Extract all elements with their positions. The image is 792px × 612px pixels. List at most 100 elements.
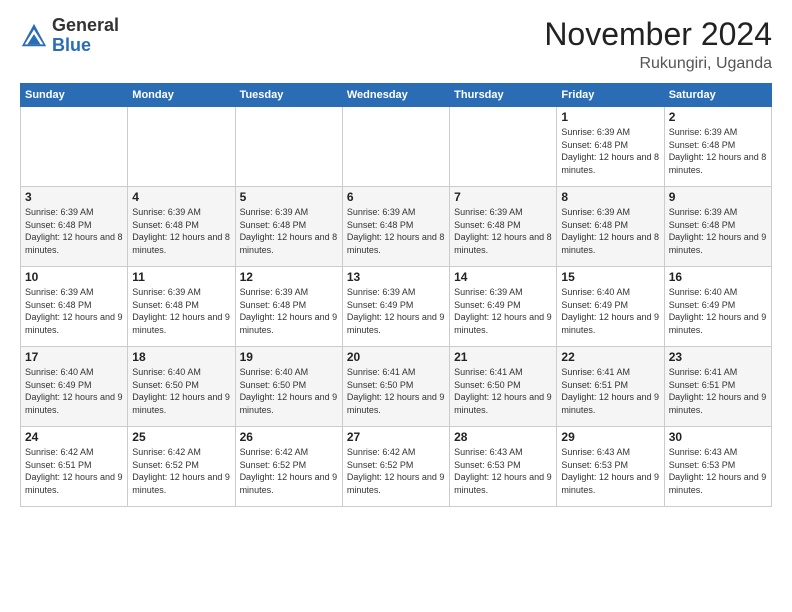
day-info: Sunrise: 6:41 AM Sunset: 6:51 PM Dayligh… — [669, 366, 767, 416]
day-info: Sunrise: 6:42 AM Sunset: 6:52 PM Dayligh… — [132, 446, 230, 496]
table-row: 25Sunrise: 6:42 AM Sunset: 6:52 PM Dayli… — [128, 427, 235, 507]
day-info: Sunrise: 6:39 AM Sunset: 6:48 PM Dayligh… — [669, 206, 767, 256]
table-row — [450, 107, 557, 187]
table-row — [342, 107, 449, 187]
day-number: 30 — [669, 430, 767, 444]
day-info: Sunrise: 6:39 AM Sunset: 6:48 PM Dayligh… — [561, 126, 659, 176]
title-block: November 2024 Rukungiri, Uganda — [544, 16, 772, 73]
day-info: Sunrise: 6:39 AM Sunset: 6:48 PM Dayligh… — [132, 206, 230, 256]
table-row: 3Sunrise: 6:39 AM Sunset: 6:48 PM Daylig… — [21, 187, 128, 267]
day-info: Sunrise: 6:41 AM Sunset: 6:51 PM Dayligh… — [561, 366, 659, 416]
col-monday: Monday — [128, 84, 235, 107]
calendar-week-2: 10 Sunrise: 6:39 AM Sunset: 6:48 PM Dayli… — [21, 267, 772, 347]
table-row: 1Sunrise: 6:39 AM Sunset: 6:48 PM Daylig… — [557, 107, 664, 187]
day-info: Sunrise: 6:39 AM Sunset: 6:49 PM Dayligh… — [347, 286, 445, 336]
calendar-week-3: 17 Sunrise: 6:40 AM Sunset: 6:49 PM Dayli… — [21, 347, 772, 427]
calendar-week-4: 24 Sunrise: 6:42 AM Sunset: 6:51 PM Dayli… — [21, 427, 772, 507]
table-row — [21, 107, 128, 187]
col-saturday: Saturday — [664, 84, 771, 107]
day-info: Sunrise: 6:41 AM Sunset: 6:50 PM Dayligh… — [454, 366, 552, 416]
day-number: 24 — [25, 430, 123, 444]
header: General Blue November 2024 Rukungiri, Ug… — [20, 16, 772, 73]
day-info: Sunrise: 6:43 AM Sunset: 6:53 PM Dayligh… — [454, 446, 552, 496]
day-info: Sunrise: 6:40 AM Sunset: 6:50 PM Dayligh… — [240, 366, 338, 416]
day-number: 14 — [454, 270, 552, 284]
table-row: 7Sunrise: 6:39 AM Sunset: 6:48 PM Daylig… — [450, 187, 557, 267]
day-info: Sunrise: 6:41 AM Sunset: 6:50 PM Dayligh… — [347, 366, 445, 416]
day-info: Sunrise: 6:39 AM Sunset: 6:48 PM Dayligh… — [240, 206, 338, 256]
calendar-week-1: 3 Sunrise: 6:39 AM Sunset: 6:48 PM Daylig… — [21, 187, 772, 267]
day-info: Sunrise: 6:39 AM Sunset: 6:48 PM Dayligh… — [240, 286, 338, 336]
day-number: 7 — [454, 190, 552, 204]
day-info: Sunrise: 6:42 AM Sunset: 6:52 PM Dayligh… — [240, 446, 338, 496]
day-number: 26 — [240, 430, 338, 444]
table-row: 4 Sunrise: 6:39 AM Sunset: 6:48 PM Daylig… — [128, 187, 235, 267]
day-number: 27 — [347, 430, 445, 444]
day-number: 28 — [454, 430, 552, 444]
day-info: Sunrise: 6:39 AM Sunset: 6:48 PM Dayligh… — [25, 286, 123, 336]
day-info: Sunrise: 6:39 AM Sunset: 6:48 PM Dayligh… — [561, 206, 659, 256]
col-tuesday: Tuesday — [235, 84, 342, 107]
day-number: 12 — [240, 270, 338, 284]
table-row: 24 Sunrise: 6:42 AM Sunset: 6:51 PM Dayli… — [21, 427, 128, 507]
table-row: 21 Sunrise: 6:41 AM Sunset: 6:50 PM Dayli… — [450, 347, 557, 427]
logo-general: General — [52, 15, 119, 35]
day-number: 6 — [347, 190, 445, 204]
day-number: 15 — [561, 270, 659, 284]
day-number: 13 — [347, 270, 445, 284]
table-row: 18Sunrise: 6:40 AM Sunset: 6:50 PM Dayli… — [128, 347, 235, 427]
day-info: Sunrise: 6:40 AM Sunset: 6:49 PM Dayligh… — [669, 286, 767, 336]
table-row: 29Sunrise: 6:43 AM Sunset: 6:53 PM Dayli… — [557, 427, 664, 507]
table-row: 22 Sunrise: 6:41 AM Sunset: 6:51 PM Dayli… — [557, 347, 664, 427]
day-info: Sunrise: 6:42 AM Sunset: 6:51 PM Dayligh… — [25, 446, 123, 496]
table-row: 13 Sunrise: 6:39 AM Sunset: 6:49 PM Dayli… — [342, 267, 449, 347]
day-number: 20 — [347, 350, 445, 364]
day-number: 5 — [240, 190, 338, 204]
table-row — [235, 107, 342, 187]
logo-text: General Blue — [52, 16, 119, 56]
col-wednesday: Wednesday — [342, 84, 449, 107]
day-number: 2 — [669, 110, 767, 124]
table-row: 19Sunrise: 6:40 AM Sunset: 6:50 PM Dayli… — [235, 347, 342, 427]
table-row: 9 Sunrise: 6:39 AM Sunset: 6:48 PM Daylig… — [664, 187, 771, 267]
location: Rukungiri, Uganda — [544, 55, 772, 73]
calendar-table: Sunday Monday Tuesday Wednesday Thursday… — [20, 83, 772, 507]
calendar-header-row: Sunday Monday Tuesday Wednesday Thursday… — [21, 84, 772, 107]
logo-icon — [20, 22, 48, 50]
day-info: Sunrise: 6:39 AM Sunset: 6:48 PM Dayligh… — [132, 286, 230, 336]
table-row: 30 Sunrise: 6:43 AM Sunset: 6:53 PM Dayli… — [664, 427, 771, 507]
day-number: 22 — [561, 350, 659, 364]
day-number: 18 — [132, 350, 230, 364]
day-info: Sunrise: 6:42 AM Sunset: 6:52 PM Dayligh… — [347, 446, 445, 496]
table-row: 6 Sunrise: 6:39 AM Sunset: 6:48 PM Daylig… — [342, 187, 449, 267]
table-row: 12 Sunrise: 6:39 AM Sunset: 6:48 PM Dayli… — [235, 267, 342, 347]
logo: General Blue — [20, 16, 119, 56]
day-number: 3 — [25, 190, 123, 204]
day-info: Sunrise: 6:43 AM Sunset: 6:53 PM Dayligh… — [669, 446, 767, 496]
table-row: 27 Sunrise: 6:42 AM Sunset: 6:52 PM Dayli… — [342, 427, 449, 507]
day-info: Sunrise: 6:40 AM Sunset: 6:49 PM Dayligh… — [561, 286, 659, 336]
calendar-week-0: 1Sunrise: 6:39 AM Sunset: 6:48 PM Daylig… — [21, 107, 772, 187]
day-number: 23 — [669, 350, 767, 364]
day-number: 10 — [25, 270, 123, 284]
day-info: Sunrise: 6:43 AM Sunset: 6:53 PM Dayligh… — [561, 446, 659, 496]
day-number: 21 — [454, 350, 552, 364]
table-row: 8 Sunrise: 6:39 AM Sunset: 6:48 PM Daylig… — [557, 187, 664, 267]
table-row — [128, 107, 235, 187]
day-number: 17 — [25, 350, 123, 364]
table-row: 2Sunrise: 6:39 AM Sunset: 6:48 PM Daylig… — [664, 107, 771, 187]
table-row: 16Sunrise: 6:40 AM Sunset: 6:49 PM Dayli… — [664, 267, 771, 347]
day-info: Sunrise: 6:40 AM Sunset: 6:49 PM Dayligh… — [25, 366, 123, 416]
table-row: 20 Sunrise: 6:41 AM Sunset: 6:50 PM Dayli… — [342, 347, 449, 427]
page: General Blue November 2024 Rukungiri, Ug… — [0, 0, 792, 612]
table-row: 15 Sunrise: 6:40 AM Sunset: 6:49 PM Dayli… — [557, 267, 664, 347]
day-number: 4 — [132, 190, 230, 204]
day-number: 8 — [561, 190, 659, 204]
day-info: Sunrise: 6:39 AM Sunset: 6:48 PM Dayligh… — [347, 206, 445, 256]
col-friday: Friday — [557, 84, 664, 107]
month-title: November 2024 — [544, 16, 772, 53]
table-row: 10 Sunrise: 6:39 AM Sunset: 6:48 PM Dayli… — [21, 267, 128, 347]
table-row: 17 Sunrise: 6:40 AM Sunset: 6:49 PM Dayli… — [21, 347, 128, 427]
day-number: 9 — [669, 190, 767, 204]
table-row: 26 Sunrise: 6:42 AM Sunset: 6:52 PM Dayli… — [235, 427, 342, 507]
